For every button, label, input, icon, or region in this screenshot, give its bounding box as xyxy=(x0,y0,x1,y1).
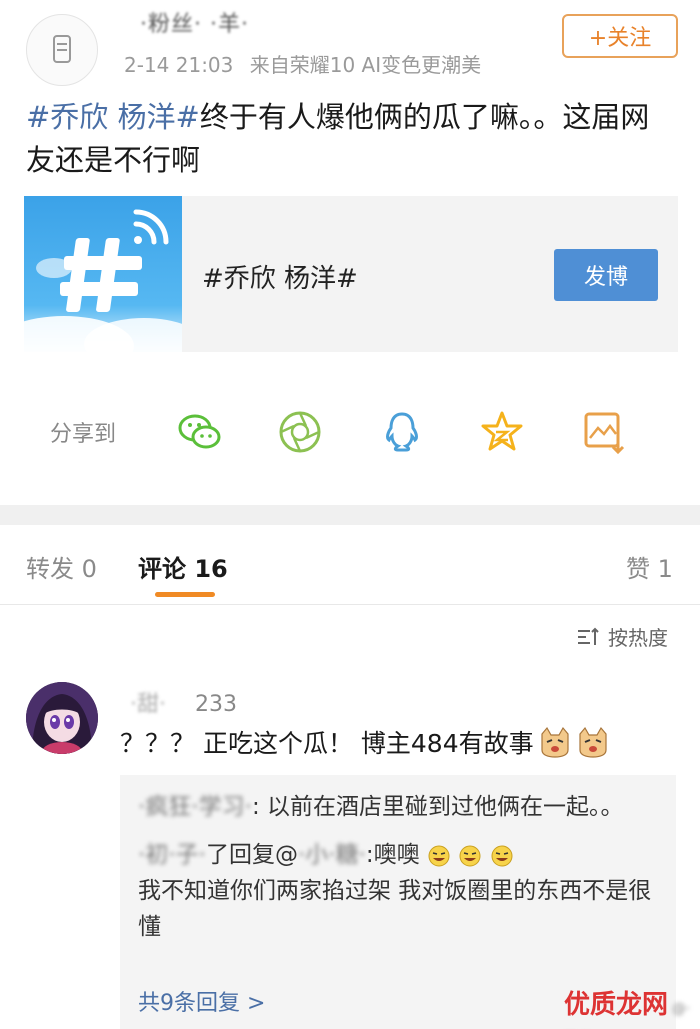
commenter-avatar[interactable] xyxy=(26,682,98,754)
share-label: 分享到 xyxy=(50,422,117,447)
reply-author: ·初·子· xyxy=(138,842,206,868)
laugh-emoji-icon xyxy=(428,845,450,866)
reply-action: 了回复@ xyxy=(205,842,298,868)
reply-author: ·疯狂·学习· xyxy=(138,794,252,820)
reply-item[interactable]: ·初·子·了回复@·小·糖·:噢噢 xyxy=(138,837,658,873)
post-timestamp: 2-14 21:03 xyxy=(124,53,234,77)
reply-item[interactable]: 我不知道你们两家掐过架 我对饭圈里的东西不是很懂 xyxy=(138,873,658,945)
section-divider xyxy=(0,505,700,525)
cat-emoji-icon-2 xyxy=(579,726,607,758)
post-meta: 2-14 21:03 来自荣耀10 AI变色更潮美 xyxy=(124,49,481,78)
sort-icon xyxy=(578,627,599,645)
poster-avatar[interactable] xyxy=(26,14,98,86)
hashtag-topic-icon xyxy=(24,209,182,352)
watermark-text: 优质龙网 xyxy=(564,990,669,1020)
active-tab-indicator xyxy=(155,592,215,597)
site-watermark: 优质龙网@·粉丝· xyxy=(564,984,700,1029)
post-hashtag[interactable]: #乔欣 杨洋# xyxy=(26,100,200,134)
commenter-name-suffix: 233 xyxy=(195,692,237,717)
reply-item[interactable]: ·疯狂·学习·: 以前在酒店里碰到过他俩在一起。。 xyxy=(138,789,658,825)
laugh-emoji-icon xyxy=(491,845,513,866)
follow-button[interactable]: +关注 xyxy=(562,14,678,58)
avatar-glyph-icon xyxy=(53,35,71,63)
tab-repost[interactable]: 转发 0 xyxy=(26,549,97,584)
share-bar: 分享到 xyxy=(0,398,700,462)
post-topic-button[interactable]: 发博 xyxy=(554,249,658,301)
sort-toggle[interactable]: 按热度 xyxy=(576,622,668,651)
wechat-icon[interactable] xyxy=(176,408,224,456)
laugh-emoji-icon xyxy=(459,845,481,866)
reply-text: : 以前在酒店里碰到过他俩在一起。。 xyxy=(251,794,624,820)
more-replies-link[interactable]: 共9条回复 > xyxy=(138,985,265,1017)
commenter-name-blurred: ·甜· xyxy=(130,692,166,717)
sort-label: 按热度 xyxy=(608,626,668,650)
reply-target: ·小·糖· xyxy=(297,842,366,868)
tab-comments[interactable]: 评论 16 xyxy=(138,549,228,584)
commenter-username[interactable]: ·甜· 233 xyxy=(130,686,237,718)
topic-card-image xyxy=(24,196,182,352)
topic-card[interactable]: #乔欣 杨洋# 发博 xyxy=(24,196,678,352)
topic-card-title: #乔欣 杨洋# xyxy=(202,264,358,294)
moments-icon[interactable] xyxy=(276,408,324,456)
save-image-icon[interactable] xyxy=(580,408,628,456)
comment-text: ？？？ 正吃这个瓜！ 博主484有故事 xyxy=(120,729,534,758)
comment-body: ？？？ 正吃这个瓜！ 博主484有故事 xyxy=(120,724,610,760)
post-body: #乔欣 杨洋#终于有人爆他俩的瓜了嘛。。这届网友还是不行啊 xyxy=(26,96,666,182)
tab-likes[interactable]: 赞 1 xyxy=(626,549,673,584)
cat-emoji-icon xyxy=(541,726,569,758)
poster-username[interactable]: ·粉丝· ·羊· xyxy=(140,6,249,38)
post-tabs: 转发 0 评论 16 赞 1 xyxy=(0,525,700,605)
post-card: ·粉丝· ·羊· 2-14 21:03 来自荣耀10 AI变色更潮美 +关注 #… xyxy=(0,0,700,505)
qq-icon[interactable] xyxy=(378,408,426,456)
post-source: 来自荣耀10 AI变色更潮美 xyxy=(249,53,482,77)
reply-text: :噢噢 xyxy=(365,842,420,868)
qzone-icon[interactable] xyxy=(478,408,526,456)
